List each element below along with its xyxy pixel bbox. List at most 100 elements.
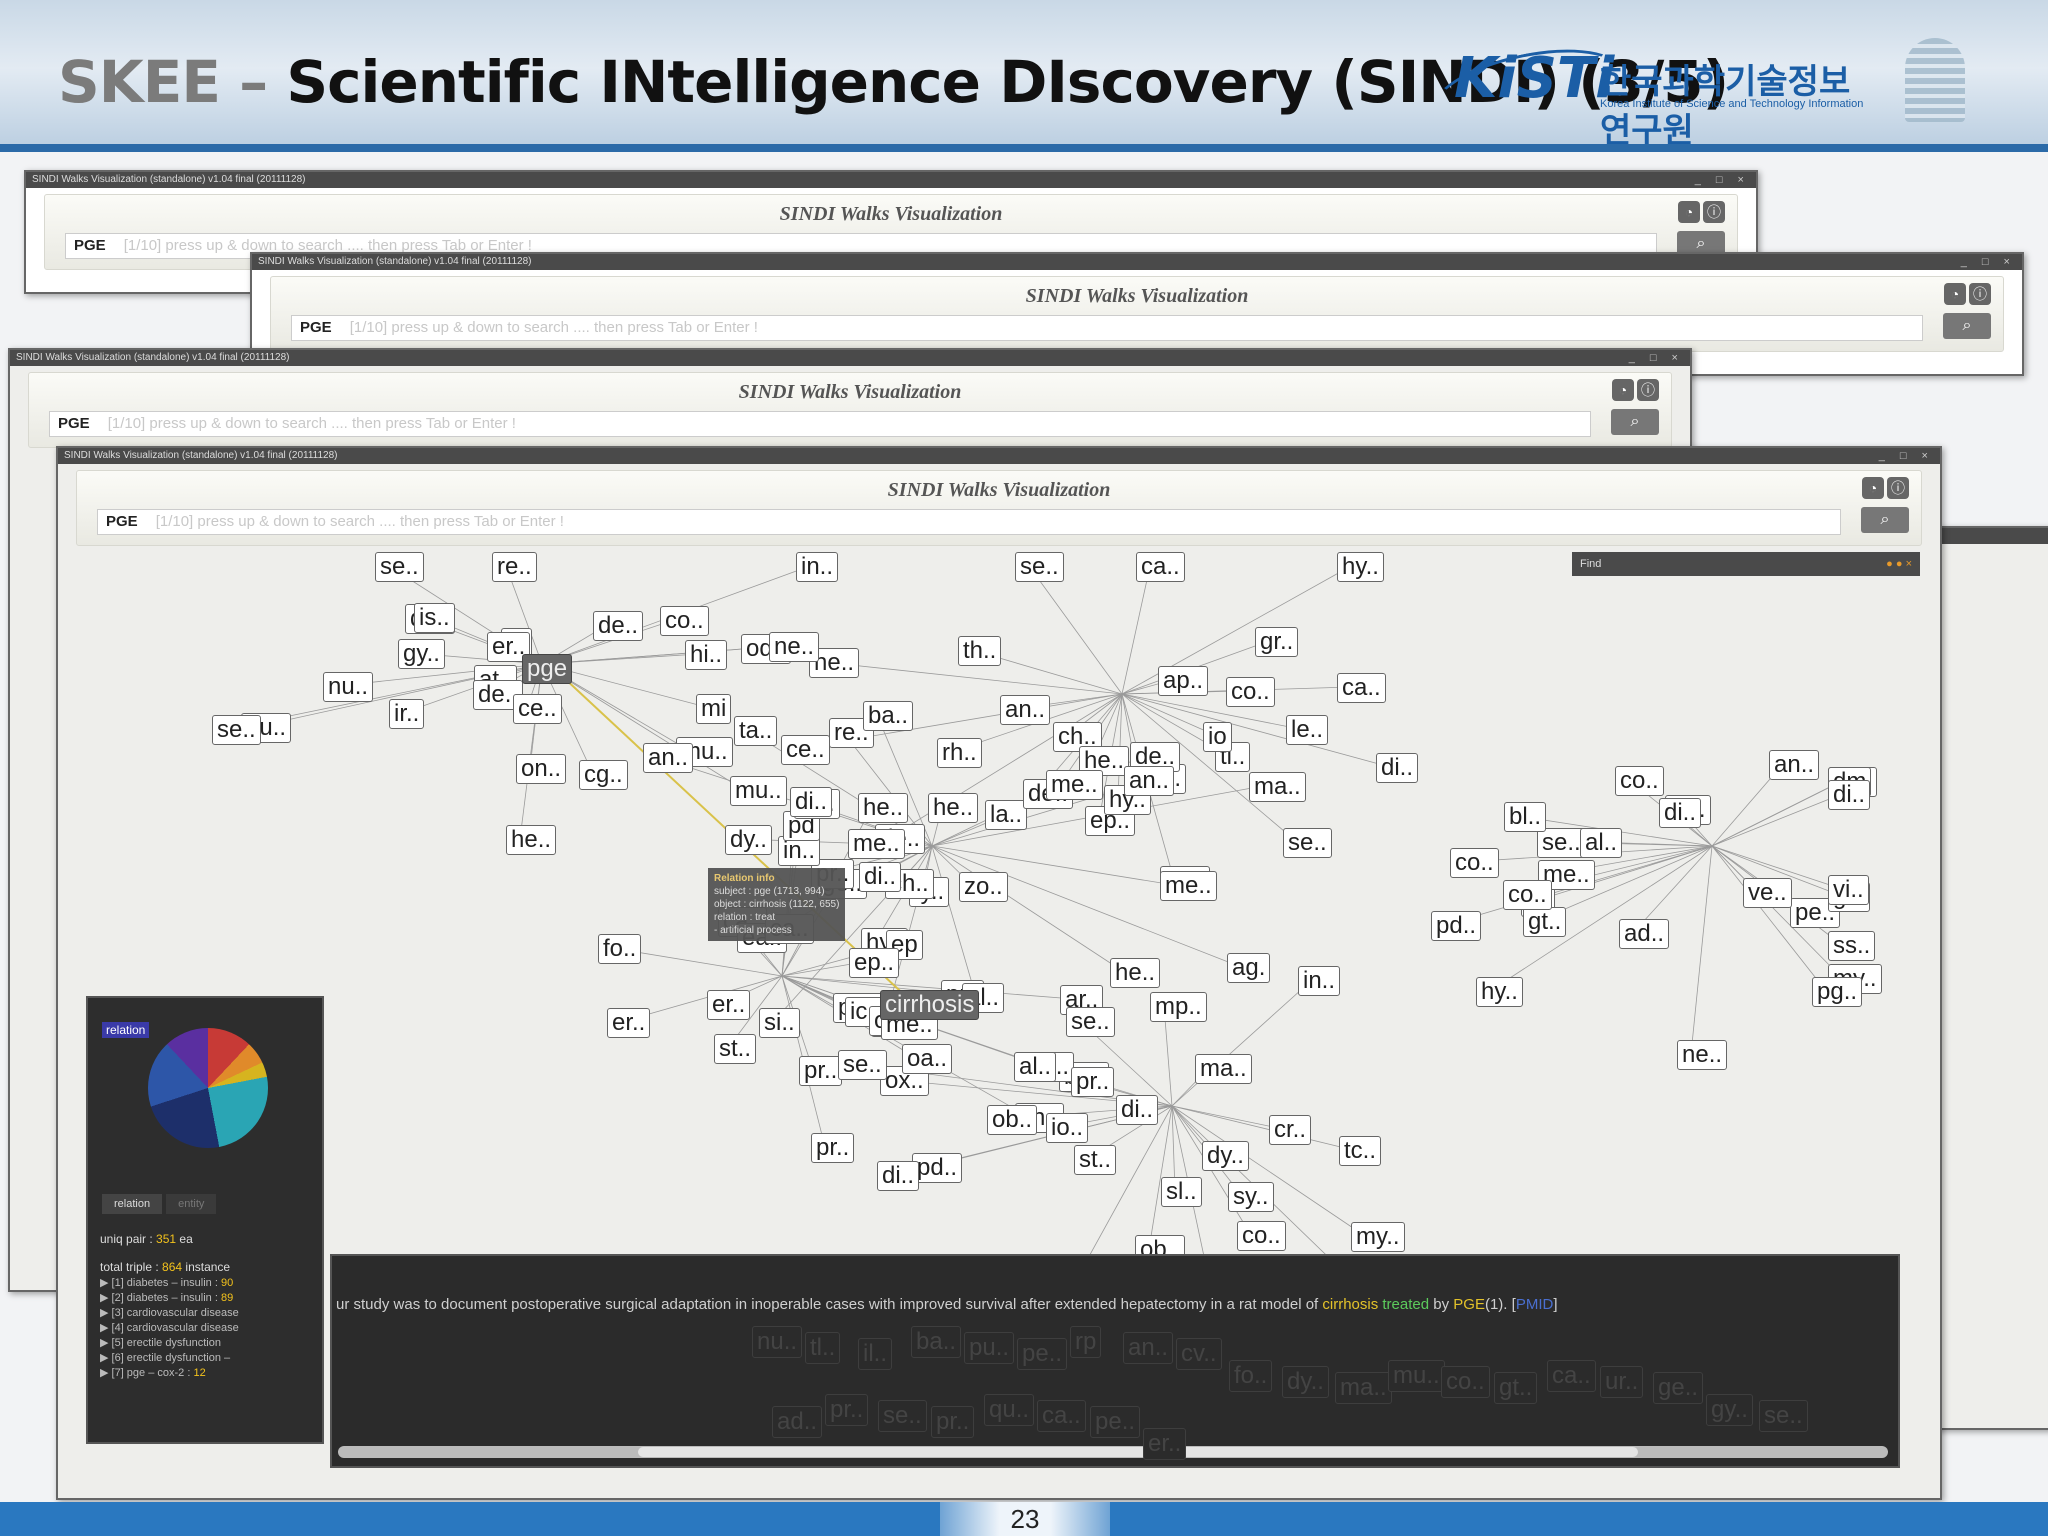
help-icon[interactable]: ◔ — [1944, 283, 1966, 305]
window-controls[interactable]: _ □ × — [1629, 350, 1684, 366]
graph-node[interactable]: ne.. — [769, 632, 820, 662]
graph-node[interactable]: al.. — [1580, 828, 1623, 858]
graph-node[interactable]: di.. — [790, 787, 833, 817]
graph-node[interactable]: di.. — [1116, 1095, 1159, 1125]
graph-node[interactable]: sy.. — [1228, 1182, 1274, 1212]
graph-node[interactable]: mp.. — [1150, 992, 1207, 1022]
graph-node[interactable]: ve.. — [1743, 878, 1792, 908]
relation-list-item[interactable]: ▶ [7] pge – cox-2 : 12 — [100, 1366, 296, 1381]
graph-node[interactable]: on.. — [516, 754, 567, 784]
graph-node[interactable]: de.. — [593, 611, 644, 641]
graph-node[interactable]: gt.. — [1523, 907, 1567, 937]
graph-node[interactable]: co.. — [1615, 766, 1664, 796]
graph-node[interactable]: dy.. — [725, 825, 772, 855]
graph-node[interactable]: my.. — [1351, 1222, 1405, 1252]
evidence-sentence[interactable]: ur study was to document postoperative s… — [336, 1296, 1557, 1313]
graph-node[interactable]: co.. — [1503, 880, 1552, 910]
relation-list-item[interactable]: ▶ [5] erectile dysfunction — [100, 1336, 296, 1351]
graph-node[interactable]: th.. — [958, 636, 1002, 666]
relation-list-item[interactable]: ▶ [6] erectile dysfunction – — [100, 1351, 296, 1366]
graph-node[interactable]: hi.. — [685, 640, 728, 670]
graph-node[interactable]: cg.. — [579, 760, 628, 790]
graph-node[interactable]: si.. — [759, 1008, 800, 1038]
graph-node[interactable]: he.. — [858, 793, 909, 823]
graph-node[interactable]: di.. — [877, 1161, 920, 1191]
graph-node[interactable]: pr.. — [799, 1056, 843, 1086]
help-icon[interactable]: ◔ — [1612, 379, 1634, 401]
graph-node[interactable]: rh.. — [937, 738, 982, 768]
info-icon[interactable]: ⓘ — [1703, 201, 1725, 223]
graph-node[interactable]: di.. — [1376, 753, 1419, 783]
graph-node[interactable]: se.. — [1283, 828, 1332, 858]
relation-list-item[interactable]: ▶ [1] diabetes – insulin : 90 — [100, 1276, 296, 1291]
graph-node[interactable]: ca.. — [1136, 552, 1185, 582]
graph-node[interactable]: se.. — [212, 715, 261, 745]
graph-node[interactable]: he.. — [928, 793, 979, 823]
graph-node[interactable]: pr.. — [1071, 1067, 1115, 1097]
graph-node[interactable]: me.. — [1160, 871, 1217, 901]
graph-node[interactable]: oa.. — [902, 1044, 953, 1074]
graph-node[interactable]: nu.. — [323, 672, 374, 702]
graph-node[interactable]: mu.. — [730, 776, 787, 806]
graph-node[interactable]: ma.. — [1195, 1054, 1252, 1084]
graph-node[interactable]: vi.. — [1828, 875, 1869, 905]
graph-node[interactable]: fo.. — [598, 934, 642, 964]
tab-relation[interactable]: relation — [102, 1194, 163, 1214]
graph-node[interactable]: re.. — [492, 552, 537, 582]
window-controls[interactable]: _ □ × — [1695, 172, 1750, 188]
help-icon[interactable]: ◔ — [1678, 201, 1700, 223]
graph-node[interactable]: co.. — [1450, 848, 1499, 878]
graph-node[interactable]: di.. — [1828, 780, 1871, 810]
relation-list-item[interactable]: ▶ [4] cardiovascular disease — [100, 1321, 296, 1336]
graph-node[interactable]: pd.. — [912, 1153, 963, 1183]
graph-node[interactable]: pg.. — [1812, 977, 1863, 1007]
graph-node[interactable]: ob.. — [987, 1105, 1038, 1135]
graph-node[interactable]: an.. — [1769, 750, 1820, 780]
find-window-controls[interactable]: ● ● × — [1886, 552, 1912, 576]
search-button[interactable]: ⌕ — [1611, 409, 1659, 435]
graph-hub-node[interactable]: pge — [522, 654, 573, 684]
graph-node[interactable]: pr.. — [811, 1133, 855, 1163]
graph-node[interactable]: in.. — [796, 552, 839, 582]
graph-node[interactable]: io.. — [1046, 1113, 1089, 1143]
graph-node[interactable]: ma.. — [1249, 772, 1306, 802]
graph-node[interactable]: al.. — [1014, 1052, 1057, 1082]
graph-node[interactable]: zo.. — [959, 872, 1008, 902]
graph-node[interactable]: an.. — [1124, 766, 1175, 796]
graph-node[interactable]: ca.. — [1337, 673, 1386, 703]
graph-node[interactable]: ce.. — [781, 735, 830, 765]
graph-node[interactable]: ba.. — [863, 701, 914, 731]
window-controls[interactable]: _ □ × — [1879, 448, 1934, 464]
graph-node[interactable]: an.. — [1000, 695, 1051, 725]
graph-node[interactable]: an.. — [643, 743, 694, 773]
graph-node[interactable]: in.. — [1298, 966, 1341, 996]
graph-node[interactable]: me.. — [1046, 770, 1103, 800]
graph-node[interactable]: la.. — [985, 800, 1028, 830]
info-icon[interactable]: ⓘ — [1969, 283, 1991, 305]
horizontal-scrollbar[interactable] — [338, 1446, 1888, 1458]
window-controls[interactable]: _ □ × — [1961, 254, 2016, 270]
graph-node[interactable]: sl.. — [1161, 1177, 1202, 1207]
graph-node[interactable]: hy.. — [1476, 977, 1523, 1007]
graph-node[interactable]: ce.. — [513, 694, 562, 724]
graph-node[interactable]: hy.. — [1337, 552, 1384, 582]
graph-node[interactable]: he.. — [506, 825, 557, 855]
graph-node[interactable]: co.. — [1237, 1221, 1286, 1251]
graph-node[interactable]: mi — [696, 694, 732, 724]
graph-node[interactable]: ep.. — [849, 948, 900, 978]
graph-node[interactable]: ad.. — [1619, 919, 1670, 949]
search-button[interactable]: ⌕ — [1943, 313, 1991, 339]
info-icon[interactable]: ⓘ — [1637, 379, 1659, 401]
graph-node[interactable]: ag. — [1227, 953, 1271, 983]
graph-node[interactable]: cr.. — [1269, 1115, 1312, 1145]
graph-node[interactable]: bl.. — [1504, 802, 1547, 832]
help-icon[interactable]: ◔ — [1862, 477, 1884, 499]
graph-hub-node[interactable]: cirrhosis — [880, 990, 980, 1020]
graph-node[interactable]: tc.. — [1339, 1136, 1382, 1166]
graph-node[interactable]: di.. — [1659, 798, 1702, 828]
graph-node[interactable]: se.. — [1066, 1007, 1115, 1037]
graph-node[interactable]: er.. — [607, 1008, 651, 1038]
graph-node[interactable]: ir.. — [389, 699, 425, 729]
graph-node[interactable]: gy.. — [398, 639, 445, 669]
graph-node[interactable]: me.. — [848, 829, 905, 859]
